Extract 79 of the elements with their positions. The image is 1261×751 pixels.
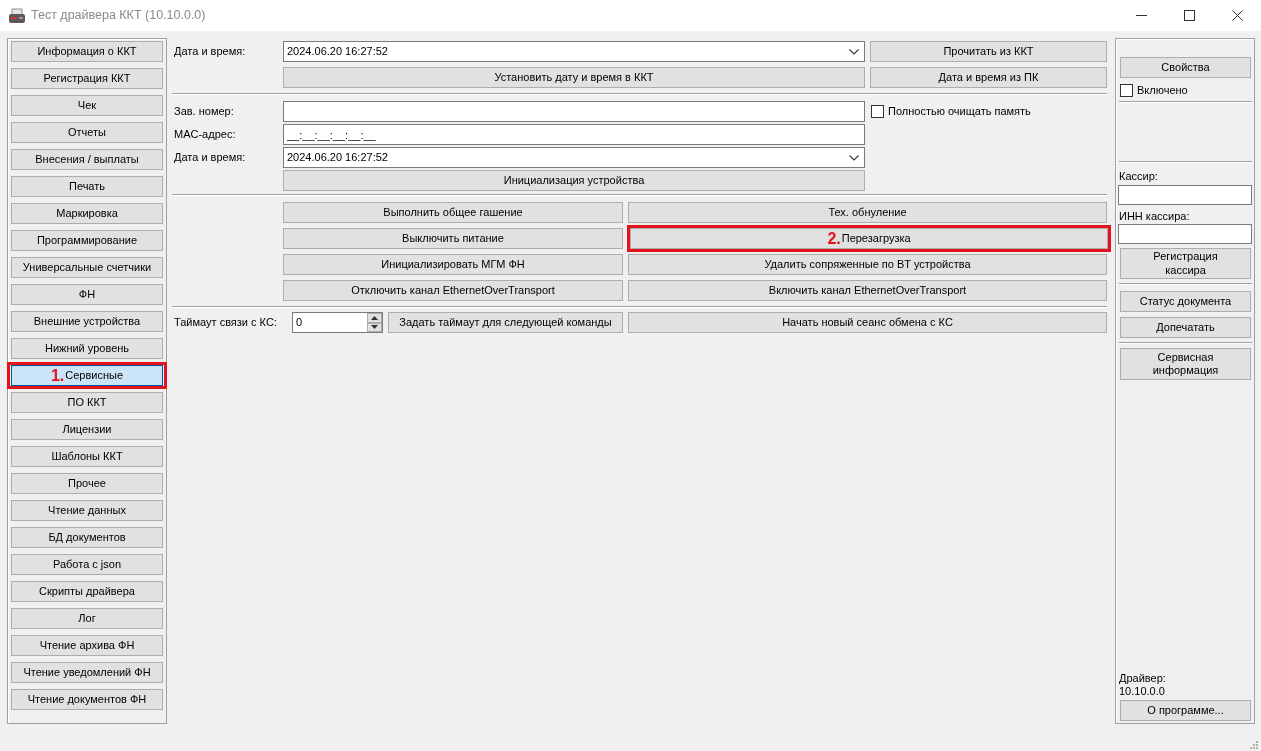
sidebar-button[interactable]: Работа с json bbox=[11, 554, 163, 575]
properties-button[interactable]: Свойства bbox=[1120, 57, 1251, 78]
spin-up-button[interactable] bbox=[367, 313, 382, 323]
checkbox[interactable] bbox=[1120, 84, 1133, 97]
checkbox-label: Включено bbox=[1137, 84, 1188, 97]
action-button[interactable]: Удалить сопряженные по BT устройства bbox=[628, 254, 1107, 275]
action-button[interactable]: Тех. обнуление bbox=[628, 202, 1107, 223]
sidebar-button[interactable]: Маркировка bbox=[11, 203, 163, 224]
callout-number: 1. bbox=[50, 367, 65, 384]
sidebar-button[interactable]: Информация о ККТ bbox=[11, 41, 163, 62]
about-button[interactable]: О программе... bbox=[1120, 700, 1251, 721]
sidebar-button[interactable]: Нижний уровень bbox=[11, 338, 163, 359]
sidebar-button[interactable]: Лицензии bbox=[11, 419, 163, 440]
action-button[interactable]: Отключить канал EthernetOverTransport bbox=[283, 280, 623, 301]
up-arrow-icon bbox=[371, 315, 378, 320]
driver-version: 10.10.0.0 bbox=[1119, 685, 1166, 698]
sidebar-button[interactable]: Отчеты bbox=[11, 122, 163, 143]
sidebar-button[interactable]: Внешние устройства bbox=[11, 311, 163, 332]
window-title: Тест драйвера ККТ (10.10.0.0) bbox=[31, 8, 206, 23]
close-icon bbox=[1231, 10, 1243, 21]
resize-grip-icon bbox=[1249, 740, 1258, 749]
down-arrow-icon bbox=[371, 325, 378, 330]
read-button[interactable]: Прочитать из ККТ bbox=[870, 41, 1107, 62]
date-combo[interactable]: 2024.06.20 16:27:52 bbox=[283, 41, 865, 62]
sidebar-button[interactable]: Прочее bbox=[11, 473, 163, 494]
sidebar-button[interactable]: Чтение уведомлений ФН bbox=[11, 662, 163, 683]
callout-number: 2. bbox=[827, 230, 841, 247]
set-timeout-button[interactable]: Задать таймаут для следующей команды bbox=[388, 312, 623, 333]
chevron-down-icon bbox=[849, 154, 859, 161]
sidebar-button[interactable]: Чтение архива ФН bbox=[11, 635, 163, 656]
sidebar-button[interactable]: Регистрация ККТ bbox=[11, 68, 163, 89]
input-field[interactable]: __:__:__:__:__:__ bbox=[283, 124, 865, 145]
document-status-button[interactable]: Статус документа bbox=[1120, 291, 1251, 313]
sidebar-button[interactable]: Чек bbox=[11, 95, 163, 116]
field-label: Дата и время: bbox=[173, 44, 247, 59]
sidebar-button[interactable]: Печать bbox=[11, 176, 163, 197]
checkbox-label: Полностью очищать память bbox=[888, 105, 1031, 118]
field-label: MAC-адрес: bbox=[173, 127, 237, 142]
reprint-button[interactable]: Допечатать bbox=[1120, 317, 1251, 339]
checkbox[interactable] bbox=[871, 105, 884, 118]
printer-icon bbox=[8, 7, 26, 24]
sidebar-button[interactable]: ПО ККТ bbox=[11, 392, 163, 413]
date-combo[interactable]: 2024.06.20 16:27:52 bbox=[283, 147, 865, 168]
action-button[interactable]: Включить канал EthernetOverTransport bbox=[628, 280, 1107, 301]
init-button[interactable]: Инициализация устройства bbox=[283, 170, 865, 191]
driver-label: Драйвер: bbox=[1119, 671, 1167, 685]
spin-down-button[interactable] bbox=[367, 322, 382, 332]
action-button[interactable]: Выполнить общее гашение bbox=[283, 202, 623, 223]
field-label: Зав. номер: bbox=[173, 104, 235, 119]
field-label: Кассир: bbox=[1119, 170, 1159, 183]
new-session-button[interactable]: Начать новый сеанс обмена с КС bbox=[628, 312, 1107, 333]
field-label: Дата и время: bbox=[173, 150, 247, 165]
field-label: ИНН кассира: bbox=[1119, 209, 1191, 223]
sidebar-button[interactable]: 1.Сервисные bbox=[11, 365, 163, 386]
sidebar-button[interactable]: Чтение документов ФН bbox=[11, 689, 163, 710]
action-button[interactable]: Выключить питание bbox=[283, 228, 623, 249]
register-cashier-button[interactable]: Регистрация кассира bbox=[1120, 248, 1251, 280]
field-label: Таймаут связи с КС: bbox=[173, 315, 278, 330]
service-info-button[interactable]: Сервисная информация bbox=[1120, 348, 1251, 381]
sidebar-button[interactable]: Чтение данных bbox=[11, 500, 163, 521]
action-button[interactable]: Инициализировать МГМ ФН bbox=[283, 254, 623, 275]
maximize-icon bbox=[1183, 10, 1195, 21]
sidebar-button[interactable]: БД документов bbox=[11, 527, 163, 548]
input-field[interactable] bbox=[1118, 224, 1252, 245]
minimize-icon bbox=[1135, 15, 1147, 16]
pc-datetime-button[interactable]: Дата и время из ПК bbox=[870, 67, 1107, 88]
action-button[interactable]: 2.Перезагрузка bbox=[630, 228, 1108, 249]
chevron-down-icon bbox=[849, 48, 859, 55]
sidebar-button[interactable]: Программирование bbox=[11, 230, 163, 251]
input-field[interactable] bbox=[283, 101, 865, 122]
spin-field[interactable]: 0 bbox=[292, 312, 383, 333]
sidebar-button[interactable]: ФН bbox=[11, 284, 163, 305]
sidebar-button[interactable]: Скрипты драйвера bbox=[11, 581, 163, 602]
set-datetime-button[interactable]: Установить дату и время в ККТ bbox=[283, 67, 865, 88]
sidebar-button[interactable]: Универсальные счетчики bbox=[11, 257, 163, 278]
sidebar-button[interactable]: Внесения / выплаты bbox=[11, 149, 163, 170]
input-field[interactable] bbox=[1118, 184, 1252, 205]
sidebar-button[interactable]: Шаблоны ККТ bbox=[11, 446, 163, 467]
sidebar-button[interactable]: Лог bbox=[11, 608, 163, 629]
